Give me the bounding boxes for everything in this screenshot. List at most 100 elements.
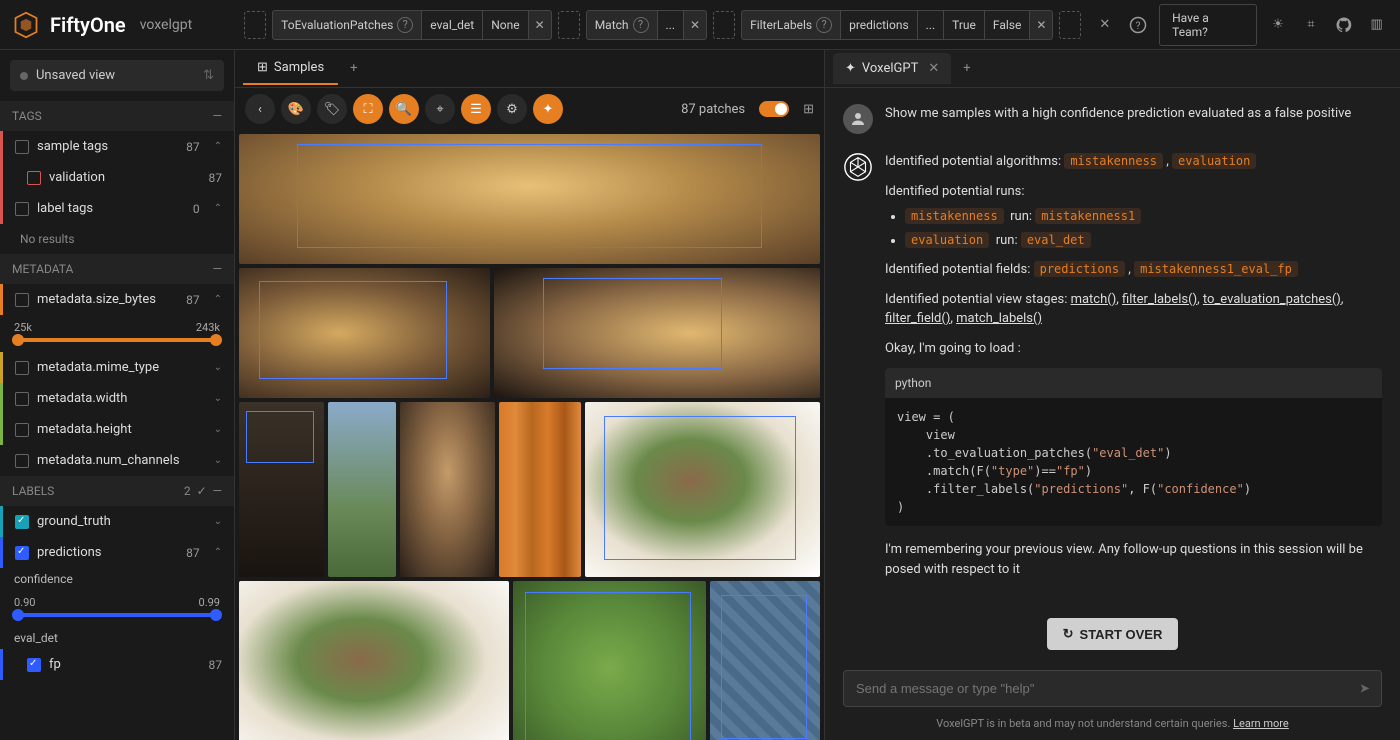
list-icon[interactable]: ☰	[461, 94, 491, 124]
sample-thumb[interactable]	[328, 402, 396, 577]
stage-link[interactable]: filter_labels()	[1122, 292, 1197, 307]
close-icon[interactable]: ✕	[1030, 11, 1052, 39]
person-icon[interactable]: ⌖	[425, 94, 455, 124]
sidebar-subitem-validation[interactable]: validation 87	[0, 162, 234, 193]
sample-thumb[interactable]	[239, 134, 820, 264]
checkbox[interactable]	[15, 392, 29, 406]
section-header-tags[interactable]: TAGS—	[0, 101, 234, 131]
code-body[interactable]: view = ( view .to_evaluation_patches("ev…	[885, 398, 1382, 526]
start-over-button[interactable]: ↻ START OVER	[1047, 618, 1179, 650]
help-icon[interactable]: ?	[1126, 13, 1149, 37]
stage-param[interactable]: ...	[918, 11, 945, 39]
back-button[interactable]: ‹	[245, 94, 275, 124]
tab-voxelgpt[interactable]: ✦ VoxelGPT ✕	[833, 53, 951, 84]
sidebar-item-num-channels[interactable]: metadata.num_channels ⌄	[0, 445, 234, 476]
close-icon[interactable]: ✕	[928, 61, 939, 76]
stage-param[interactable]: ...	[658, 11, 685, 39]
checkbox[interactable]	[15, 546, 29, 560]
close-icon[interactable]: ✕	[684, 11, 706, 39]
section-header-metadata[interactable]: METADATA—	[0, 254, 234, 284]
gear-icon[interactable]: ⚙	[497, 94, 527, 124]
slack-icon[interactable]: ⌗	[1299, 13, 1322, 37]
slider-thumb[interactable]	[210, 609, 222, 621]
sidebar-item-label-tags[interactable]: label tags 0 ⌃	[0, 193, 234, 224]
view-selector[interactable]: Unsaved view ⇅	[10, 60, 224, 91]
checkbox[interactable]	[15, 454, 29, 468]
add-stage-slot[interactable]	[1059, 11, 1081, 39]
checkbox[interactable]	[15, 515, 29, 529]
stage-link[interactable]: match_labels()	[956, 311, 1042, 326]
stage-param[interactable]: False	[985, 11, 1030, 39]
chat-input[interactable]	[843, 670, 1382, 707]
tag-icon[interactable]: 🏷	[317, 94, 347, 124]
sidebar-item-predictions[interactable]: predictions 87 ⌃	[0, 537, 234, 568]
voxelgpt-panel: ✦ VoxelGPT ✕ + Show me samples with a hi…	[824, 50, 1400, 740]
tab-samples[interactable]: ⊞ Samples	[243, 52, 338, 85]
crop-icon[interactable]: ⛶	[353, 94, 383, 124]
sidebar-item-mime-type[interactable]: metadata.mime_type ⌄	[0, 352, 234, 383]
sample-thumb[interactable]	[239, 581, 509, 740]
close-icon[interactable]: ✕	[1093, 13, 1116, 37]
sidebar-item-width[interactable]: metadata.width ⌄	[0, 383, 234, 414]
add-stage-slot[interactable]	[713, 11, 735, 39]
sample-thumb[interactable]	[400, 402, 495, 577]
sample-thumb[interactable]	[585, 402, 820, 577]
checkbox[interactable]	[15, 202, 29, 216]
confidence-label: confidence	[0, 568, 234, 590]
sample-thumb[interactable]	[239, 402, 324, 577]
section-header-labels[interactable]: LABELS 2 ✓ —	[0, 476, 234, 506]
image-grid	[235, 130, 824, 740]
docs-icon[interactable]: ▥	[1365, 13, 1388, 37]
help-icon[interactable]: ?	[397, 17, 413, 33]
stage-param[interactable]: True	[944, 11, 985, 39]
close-icon[interactable]: ✕	[529, 11, 551, 39]
sidebar-item-ground-truth[interactable]: ground_truth ⌄	[0, 506, 234, 537]
add-stage-slot[interactable]	[558, 11, 580, 39]
theme-icon[interactable]: ☀	[1267, 13, 1290, 37]
stage-param[interactable]: eval_det	[422, 11, 483, 39]
sample-thumb[interactable]	[710, 581, 820, 740]
stage-link[interactable]: filter_field()	[885, 311, 950, 326]
add-stage-slot[interactable]	[244, 11, 266, 39]
confidence-slider[interactable]: 0.900.99	[0, 590, 234, 627]
app-name: FiftyOne	[50, 13, 126, 37]
add-tab-button[interactable]: +	[957, 55, 976, 82]
help-icon[interactable]: ?	[633, 17, 649, 33]
slider-thumb[interactable]	[210, 334, 222, 346]
send-icon[interactable]: ➤	[1359, 681, 1370, 696]
stage-param[interactable]: None	[483, 11, 528, 39]
stage-to-evaluation-patches[interactable]: ToEvaluationPatches? eval_det None ✕	[272, 10, 552, 40]
help-icon[interactable]: ?	[816, 17, 832, 33]
sample-thumb[interactable]	[239, 268, 490, 398]
checkbox[interactable]	[27, 658, 41, 672]
have-a-team-button[interactable]: Have a Team?	[1159, 4, 1256, 46]
stage-link[interactable]: match()	[1071, 292, 1117, 307]
checkbox[interactable]	[15, 140, 29, 154]
github-icon[interactable]	[1332, 13, 1355, 37]
palette-icon[interactable]: 🎨	[281, 94, 311, 124]
slider-thumb[interactable]	[12, 334, 24, 346]
stage-match[interactable]: Match? ... ✕	[586, 10, 707, 40]
ai-icon[interactable]: ✦	[533, 94, 563, 124]
slider-thumb[interactable]	[12, 609, 24, 621]
grid-layout-icon[interactable]: ⊞	[803, 102, 814, 117]
sidebar-subitem-fp[interactable]: fp 87	[0, 649, 234, 680]
search-icon[interactable]: 🔍	[389, 94, 419, 124]
stage-param[interactable]: predictions	[841, 11, 918, 39]
add-tab-button[interactable]: +	[344, 55, 363, 82]
sidebar-item-sample-tags[interactable]: sample tags 87 ⌃	[0, 131, 234, 162]
sidebar-item-height[interactable]: metadata.height ⌄	[0, 414, 234, 445]
checkbox[interactable]	[27, 171, 41, 185]
size-bytes-slider[interactable]: 25k243k	[0, 315, 234, 352]
checkbox[interactable]	[15, 423, 29, 437]
sidebar-item-size-bytes[interactable]: metadata.size_bytes 87 ⌃	[0, 284, 234, 315]
stage-filter-labels[interactable]: FilterLabels? predictions ... True False…	[741, 10, 1053, 40]
checkbox[interactable]	[15, 361, 29, 375]
toggle[interactable]	[759, 101, 789, 117]
stage-link[interactable]: to_evaluation_patches()	[1203, 292, 1341, 307]
sample-thumb[interactable]	[499, 402, 581, 577]
learn-more-link[interactable]: Learn more	[1233, 717, 1289, 730]
checkbox[interactable]	[15, 293, 29, 307]
sample-thumb[interactable]	[513, 581, 706, 740]
sample-thumb[interactable]	[494, 268, 820, 398]
